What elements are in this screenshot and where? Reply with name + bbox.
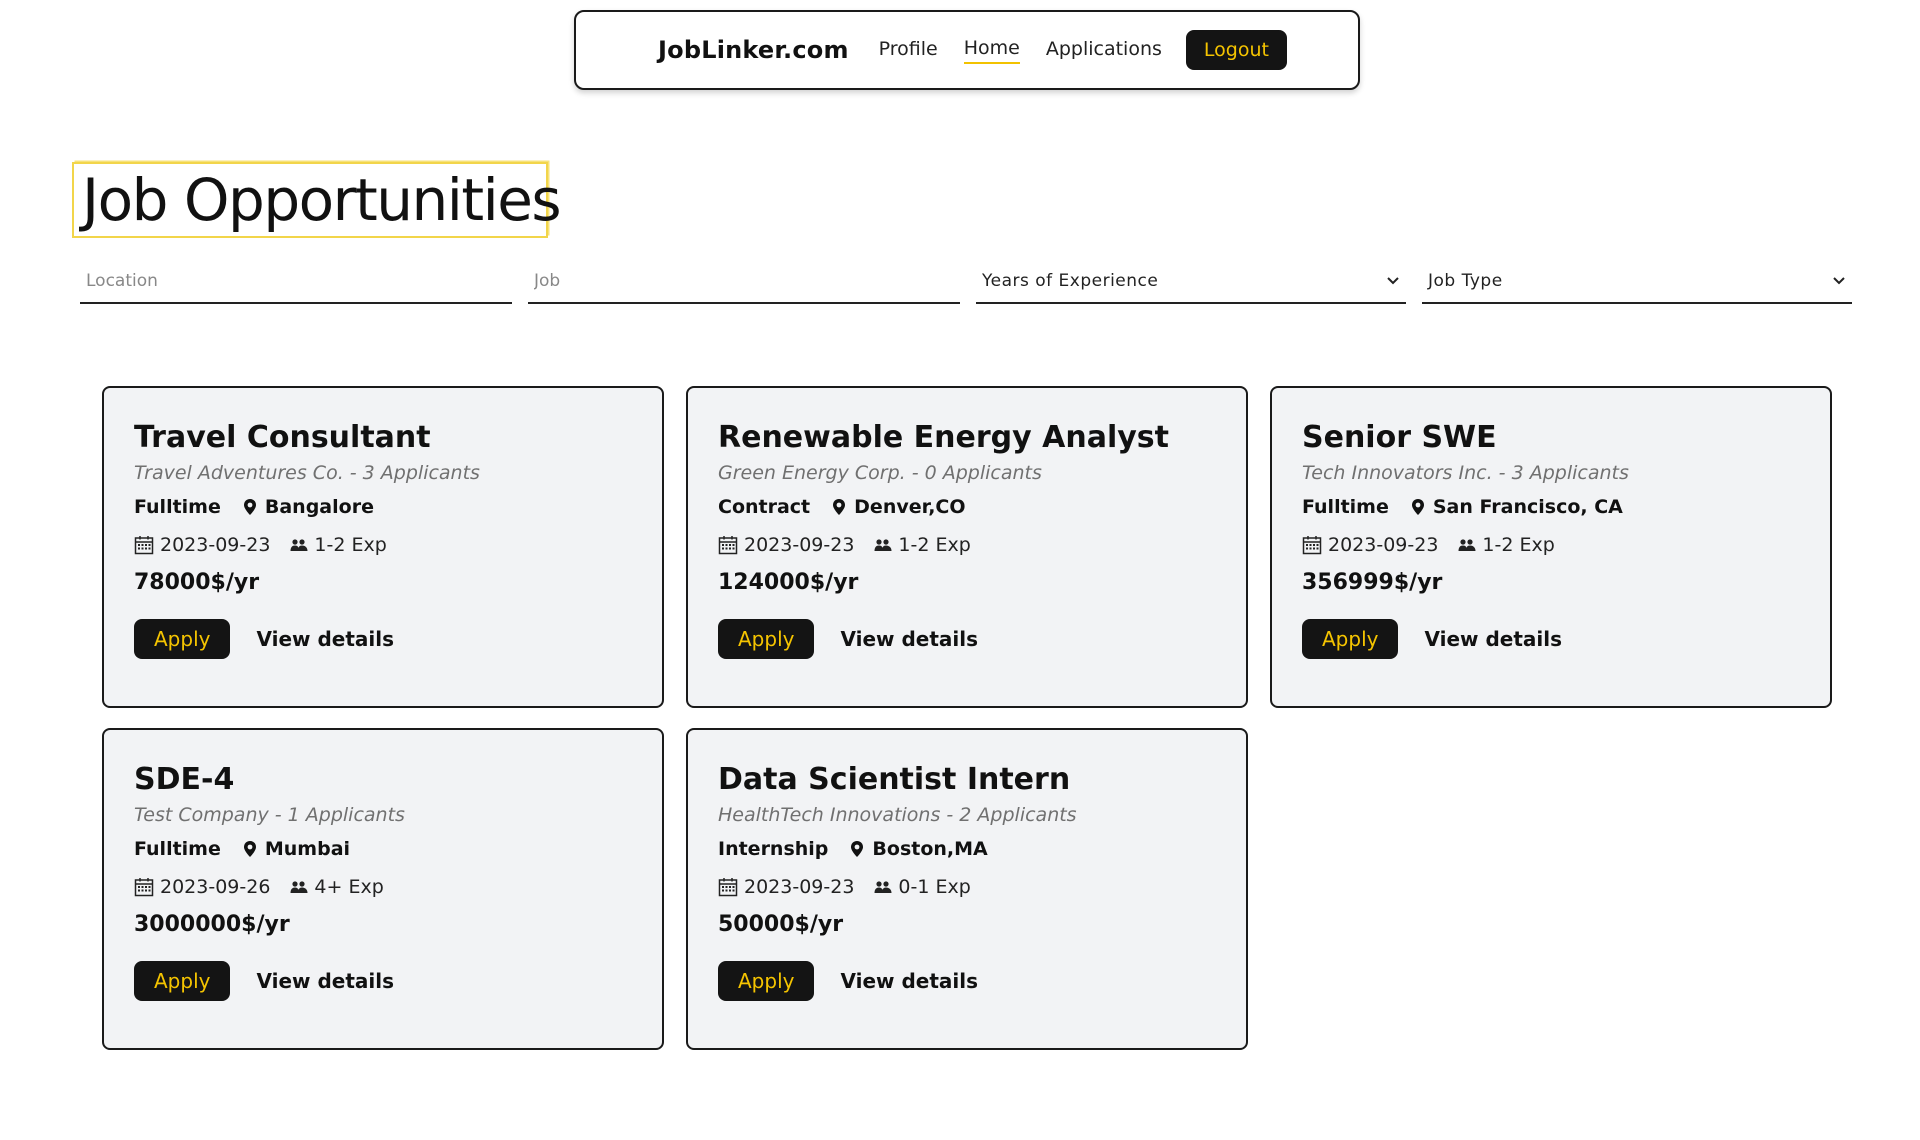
view-details-link[interactable]: View details — [1424, 627, 1562, 651]
job-type: Fulltime — [1302, 496, 1389, 518]
posted-date: 2023-09-23 — [744, 534, 855, 556]
job-location: Bangalore — [264, 496, 374, 518]
calendar-icon — [134, 536, 154, 555]
people-icon — [1458, 539, 1476, 551]
job-title: SDE-4 — [134, 762, 235, 797]
chevron-down-icon — [1833, 277, 1845, 285]
salary: 356999$/yr — [1302, 570, 1443, 595]
job-title: Senior SWE — [1302, 420, 1497, 455]
experience-required: 1-2 Exp — [898, 534, 971, 556]
view-details-link[interactable]: View details — [256, 969, 394, 993]
job-location: Denver,CO — [854, 496, 966, 518]
page-title: Job Opportunities — [82, 166, 562, 234]
apply-button[interactable]: Apply — [718, 961, 815, 1001]
job-company-applicants: Green Energy Corp. - 0 Applicants — [718, 462, 1042, 484]
job-type-select[interactable]: Job Type — [1422, 260, 1852, 304]
posted-date: 2023-09-23 — [744, 876, 855, 898]
filter-bar: Years of Experience Job Type — [80, 260, 1852, 304]
people-icon — [290, 881, 308, 893]
nav-link-profile[interactable]: Profile — [879, 38, 938, 63]
job-company-applicants: Travel Adventures Co. - 3 Applicants — [134, 462, 480, 484]
calendar-icon — [718, 536, 738, 555]
posted-date: 2023-09-26 — [160, 876, 271, 898]
job-type: Fulltime — [134, 496, 221, 518]
location-filter — [80, 260, 512, 304]
location-pin-icon — [243, 499, 256, 515]
page-title-box: Job Opportunities — [72, 162, 562, 238]
job-location: Boston,MA — [872, 838, 988, 860]
card-actions: Apply View details — [134, 619, 632, 659]
job-meta-row: 2023-09-23 0-1 Exp — [718, 876, 1216, 898]
job-type: Contract — [718, 496, 811, 518]
brand-logo[interactable]: JobLinker.com — [658, 36, 849, 64]
view-details-link[interactable]: View details — [256, 627, 394, 651]
location-pin-icon — [851, 841, 864, 857]
location-input[interactable] — [86, 271, 506, 291]
job-type-location-row: Internship Boston,MA — [718, 838, 1216, 860]
experience-select-label: Years of Experience — [982, 271, 1159, 291]
job-meta-row: 2023-09-23 1-2 Exp — [134, 534, 632, 556]
job-type-location-row: Contract Denver,CO — [718, 496, 1216, 518]
calendar-icon — [1302, 536, 1322, 555]
apply-button[interactable]: Apply — [134, 961, 231, 1001]
top-navbar: JobLinker.com Profile Home Applications … — [574, 10, 1360, 90]
salary: 78000$/yr — [134, 570, 260, 595]
location-pin-icon — [833, 499, 846, 515]
experience-required: 1-2 Exp — [314, 534, 387, 556]
nav-link-applications[interactable]: Applications — [1046, 38, 1162, 63]
people-icon — [874, 539, 892, 551]
job-title: Renewable Energy Analyst — [718, 420, 1169, 455]
chevron-down-icon — [1387, 277, 1399, 285]
job-location: Mumbai — [264, 838, 351, 860]
job-meta-row: 2023-09-23 1-2 Exp — [1302, 534, 1800, 556]
job-card: SDE-4 Test Company - 1 Applicants Fullti… — [102, 728, 664, 1050]
salary: 50000$/yr — [718, 912, 844, 937]
job-card: Renewable Energy Analyst Green Energy Co… — [686, 386, 1248, 708]
job-type-select-label: Job Type — [1428, 271, 1503, 291]
job-company-applicants: Test Company - 1 Applicants — [134, 804, 405, 826]
job-company-applicants: Tech Innovators Inc. - 3 Applicants — [1302, 462, 1629, 484]
card-actions: Apply View details — [718, 961, 1216, 1001]
logout-button[interactable]: Logout — [1185, 30, 1287, 70]
job-input[interactable] — [534, 271, 954, 291]
salary: 124000$/yr — [718, 570, 859, 595]
card-actions: Apply View details — [1302, 619, 1800, 659]
nav-link-home[interactable]: Home — [963, 37, 1020, 64]
view-details-link[interactable]: View details — [840, 969, 978, 993]
job-meta-row: 2023-09-26 4+ Exp — [134, 876, 632, 898]
job-type: Fulltime — [134, 838, 221, 860]
people-icon — [290, 539, 308, 551]
job-title: Data Scientist Intern — [718, 762, 1071, 797]
experience-required: 0-1 Exp — [898, 876, 971, 898]
job-type-location-row: Fulltime Bangalore — [134, 496, 632, 518]
job-card: Travel Consultant Travel Adventures Co. … — [102, 386, 664, 708]
calendar-icon — [134, 878, 154, 897]
experience-required: 1-2 Exp — [1482, 534, 1555, 556]
experience-select[interactable]: Years of Experience — [976, 260, 1406, 304]
location-pin-icon — [243, 841, 256, 857]
salary: 3000000$/yr — [134, 912, 290, 937]
posted-date: 2023-09-23 — [1328, 534, 1439, 556]
job-type: Internship — [718, 838, 829, 860]
card-actions: Apply View details — [718, 619, 1216, 659]
view-details-link[interactable]: View details — [840, 627, 978, 651]
job-meta-row: 2023-09-23 1-2 Exp — [718, 534, 1216, 556]
calendar-icon — [718, 878, 738, 897]
card-actions: Apply View details — [134, 961, 632, 1001]
job-card: Data Scientist Intern HealthTech Innovat… — [686, 728, 1248, 1050]
job-title: Travel Consultant — [134, 420, 431, 455]
experience-required: 4+ Exp — [314, 876, 384, 898]
location-pin-icon — [1411, 499, 1424, 515]
job-filter — [528, 260, 960, 304]
people-icon — [874, 881, 892, 893]
job-card: Senior SWE Tech Innovators Inc. - 3 Appl… — [1270, 386, 1832, 708]
job-type-location-row: Fulltime San Francisco, CA — [1302, 496, 1800, 518]
job-type-location-row: Fulltime Mumbai — [134, 838, 632, 860]
posted-date: 2023-09-23 — [160, 534, 271, 556]
apply-button[interactable]: Apply — [1302, 619, 1399, 659]
job-company-applicants: HealthTech Innovations - 2 Applicants — [718, 804, 1077, 826]
apply-button[interactable]: Apply — [134, 619, 231, 659]
apply-button[interactable]: Apply — [718, 619, 815, 659]
job-location: San Francisco, CA — [1432, 496, 1623, 518]
